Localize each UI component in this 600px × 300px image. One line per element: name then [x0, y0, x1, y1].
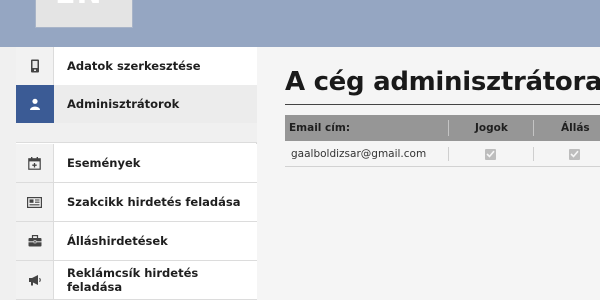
jobs-checkbox[interactable]: [569, 141, 580, 167]
sidebar-item-events[interactable]: Események: [16, 144, 257, 183]
column-header-email: Email cím:: [289, 122, 351, 134]
sidebar-item-label: Adminisztrátorok: [67, 97, 180, 111]
column-divider: [448, 120, 449, 136]
user-icon: [16, 85, 54, 123]
page-title: A cég adminisztrátorai: [285, 67, 600, 97]
top-header-bar: EN: [0, 0, 600, 47]
sidebar-item-administrators[interactable]: Adminisztrátorok: [16, 85, 257, 124]
title-divider: [285, 104, 600, 105]
logo-text: EN: [55, 0, 103, 11]
checkmark-icon: [569, 148, 580, 160]
app-window: EN Adatok szerkesztése Adminisztrátorok …: [0, 0, 600, 300]
megaphone-icon: [16, 261, 54, 299]
sidebar-item-label: Szakcikk hirdetés feladása: [67, 195, 241, 209]
briefcase-icon: [16, 222, 54, 260]
newspaper-icon: [16, 183, 54, 221]
table-header: Email cím: Jogok Állás: [285, 115, 600, 141]
left-margin-strip: [0, 47, 16, 300]
sidebar-spacer: [16, 123, 257, 143]
sidebar-item-label: Reklámcsík hirdetés feladása: [67, 266, 199, 294]
rights-checkbox[interactable]: [485, 141, 496, 167]
sidebar-item-edit-data[interactable]: Adatok szerkesztése: [16, 47, 257, 86]
column-divider: [533, 120, 534, 136]
column-header-jobs: Állás: [561, 122, 590, 134]
sidebar-item-banner-ad[interactable]: Reklámcsík hirdetés feladása: [16, 261, 257, 300]
sidebar-item-article-ad[interactable]: Szakcikk hirdetés feladása: [16, 183, 257, 222]
administrators-table: Email cím: Jogok Állás gaalboldizsar@gma…: [285, 115, 600, 167]
sidebar-item-label: Álláshirdetések: [67, 234, 168, 248]
sidebar: Adatok szerkesztése Adminisztrátorok Ese…: [16, 47, 257, 300]
column-divider: [533, 147, 534, 161]
table-row: gaalboldizsar@gmail.com: [285, 141, 600, 167]
main-content: A cég adminisztrátorai Email cím: Jogok …: [258, 47, 600, 300]
column-header-rights: Jogok: [475, 122, 508, 134]
phone-icon: [16, 47, 54, 85]
calendar-icon: [16, 144, 54, 182]
sidebar-item-label: Események: [67, 156, 141, 170]
sidebar-item-label: Adatok szerkesztése: [67, 59, 201, 73]
column-divider: [448, 147, 449, 161]
company-logo[interactable]: EN: [35, 0, 133, 28]
admin-email: gaalboldizsar@gmail.com: [291, 148, 427, 160]
checkmark-icon: [485, 148, 496, 160]
sidebar-item-job-ads[interactable]: Álláshirdetések: [16, 222, 257, 261]
